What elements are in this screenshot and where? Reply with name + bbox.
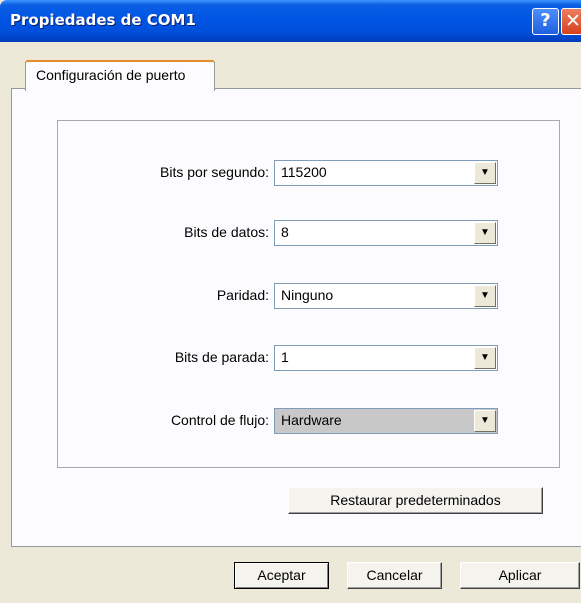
row-flow-control: Control de flujo: Hardware ▼ bbox=[58, 408, 561, 434]
stop-bits-select[interactable]: 1 ▼ bbox=[274, 345, 498, 371]
bits-per-second-label: Bits por segundo: bbox=[160, 164, 269, 180]
parity-value: Ninguno bbox=[281, 287, 334, 303]
settings-group: Bits por segundo: 115200 ▼ Bits de datos… bbox=[57, 120, 560, 468]
data-bits-select[interactable]: 8 ▼ bbox=[274, 220, 498, 246]
question-mark-icon: ? bbox=[540, 10, 551, 31]
flow-control-label: Control de flujo: bbox=[170, 412, 269, 428]
tab-strip: Configuración de puerto bbox=[0, 42, 581, 91]
dropdown-arrow-icon[interactable]: ▼ bbox=[474, 410, 496, 432]
bits-per-second-select[interactable]: 115200 ▼ bbox=[274, 160, 498, 186]
title-bar[interactable]: Propiedades de COM1 ? ✕ bbox=[0, 0, 581, 42]
dropdown-arrow-icon[interactable]: ▼ bbox=[474, 347, 496, 369]
bits-per-second-value: 115200 bbox=[281, 164, 327, 180]
row-bits-per-second: Bits por segundo: 115200 ▼ bbox=[58, 160, 561, 186]
flow-control-value: Hardware bbox=[281, 412, 342, 428]
data-bits-value: 8 bbox=[281, 224, 289, 240]
apply-button[interactable]: Aplicar bbox=[460, 562, 580, 589]
tab-panel: Bits por segundo: 115200 ▼ Bits de datos… bbox=[11, 88, 581, 547]
dropdown-arrow-icon[interactable]: ▼ bbox=[474, 162, 496, 184]
help-button[interactable]: ? bbox=[532, 8, 559, 35]
flow-control-select[interactable]: Hardware ▼ bbox=[274, 408, 498, 434]
restore-defaults-button[interactable]: Restaurar predeterminados bbox=[288, 487, 543, 514]
dropdown-arrow-icon[interactable]: ▼ bbox=[474, 222, 496, 244]
row-stop-bits: Bits de parada: 1 ▼ bbox=[58, 345, 561, 371]
parity-select[interactable]: Ninguno ▼ bbox=[274, 283, 498, 309]
ok-button[interactable]: Aceptar bbox=[234, 562, 329, 589]
tab-label: Configuración de puerto bbox=[36, 67, 186, 83]
window-title: Propiedades de COM1 bbox=[10, 11, 196, 29]
close-icon: ✕ bbox=[565, 10, 581, 32]
tab-port-settings[interactable]: Configuración de puerto bbox=[25, 60, 215, 91]
cancel-button[interactable]: Cancelar bbox=[347, 562, 442, 589]
stop-bits-value: 1 bbox=[281, 349, 289, 365]
close-button[interactable]: ✕ bbox=[561, 8, 581, 35]
parity-label: Paridad: bbox=[216, 287, 269, 303]
stop-bits-label: Bits de parada: bbox=[174, 349, 269, 365]
dialog-window: Propiedades de COM1 ? ✕ Configuración de… bbox=[0, 0, 581, 603]
data-bits-label: Bits de datos: bbox=[184, 224, 269, 240]
row-parity: Paridad: Ninguno ▼ bbox=[58, 283, 561, 309]
dropdown-arrow-icon[interactable]: ▼ bbox=[474, 285, 496, 307]
row-data-bits: Bits de datos: 8 ▼ bbox=[58, 220, 561, 246]
